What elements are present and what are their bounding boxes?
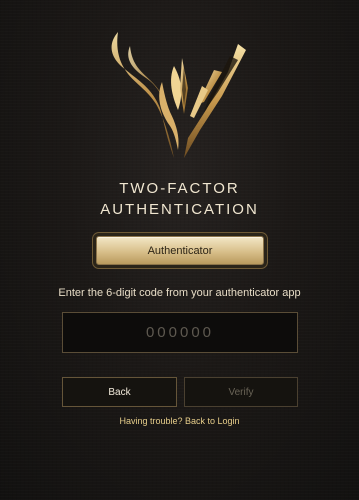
back-button-label: Back	[108, 386, 131, 398]
verify-button[interactable]: Verify	[184, 377, 298, 407]
code-input[interactable]	[63, 313, 297, 352]
code-input-container	[62, 312, 298, 353]
crest-logo-icon	[111, 32, 246, 158]
authenticator-method-label: Authenticator	[147, 244, 213, 257]
back-button[interactable]: Back	[62, 377, 177, 407]
page-title-line-1: TWO-FACTOR	[119, 180, 240, 197]
authenticator-method-button[interactable]: Authenticator	[96, 236, 264, 265]
back-to-login-link[interactable]: Having trouble? Back to Login	[0, 416, 359, 426]
code-prompt-text: Enter the 6-digit code from your authent…	[58, 287, 301, 299]
verify-button-label: Verify	[228, 386, 254, 398]
page-title-line-2: AUTHENTICATION	[100, 201, 259, 218]
